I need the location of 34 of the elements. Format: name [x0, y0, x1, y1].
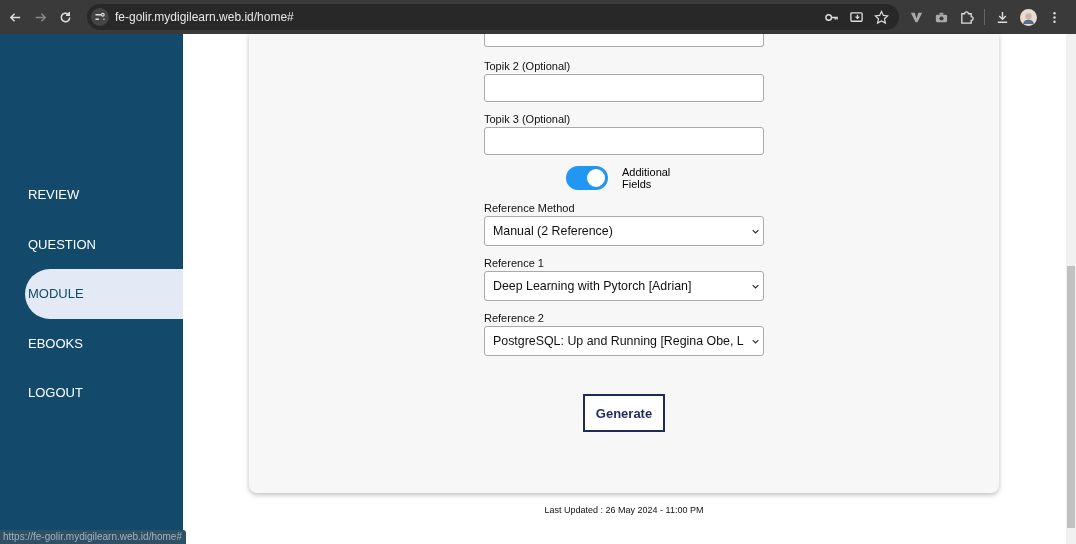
field-label: Topik 3 (Optional) — [484, 113, 572, 126]
scrollbar[interactable] — [1066, 34, 1076, 544]
download-icon[interactable] — [995, 9, 1010, 25]
sidebar-item[interactable]: MODULE — [25, 269, 183, 319]
chevron-down-icon[interactable] — [752, 228, 759, 234]
star-icon[interactable] — [874, 9, 889, 25]
field-label: Topik 2 (Optional) — [484, 60, 572, 73]
select-field[interactable]: Deep Learning with Pytorch [Adrian] — [484, 271, 764, 301]
site-settings-icon[interactable] — [91, 8, 109, 26]
select-field[interactable]: PostgreSQL: Up and Running [Regina Obe, L — [484, 326, 764, 356]
sidebar-item[interactable]: EBOOKS — [25, 318, 183, 368]
field-label: Reference 1 — [484, 257, 545, 270]
chevron-down-icon[interactable] — [752, 283, 759, 289]
chevron-down-icon[interactable] — [752, 338, 759, 344]
toggle-label: Additional Fields — [622, 166, 672, 190]
status-url: https://fe-golir.mydigilearn.web.id/home# — [0, 530, 186, 544]
input-field[interactable] — [484, 127, 764, 155]
avatar-icon[interactable] — [1020, 8, 1037, 26]
sidebar-item[interactable]: LOGOUT — [25, 368, 183, 418]
extensions-icon[interactable] — [959, 9, 974, 25]
input-field[interactable] — [484, 74, 764, 102]
sidebar-item[interactable]: REVIEW — [25, 170, 183, 220]
field-label: Reference 2 — [484, 312, 545, 325]
toggle-switch[interactable] — [566, 166, 608, 190]
select-field[interactable]: Manual (2 Reference) — [484, 216, 764, 246]
generate-button[interactable]: Generate — [583, 394, 665, 432]
input-field[interactable] — [484, 34, 764, 47]
field-label: Reference Method — [484, 202, 576, 215]
url-text: fe-golir.mydigilearn.web.id/home# — [115, 10, 294, 24]
last-updated-text: Last Updated : 26 May 2024 - 11:00 PM — [544, 505, 704, 515]
address-bar[interactable]: fe-golir.mydigilearn.web.id/home# — [87, 4, 899, 30]
install-icon[interactable] — [849, 9, 864, 25]
sidebar-item[interactable]: QUESTION — [25, 219, 183, 269]
reload-icon[interactable] — [58, 9, 73, 25]
